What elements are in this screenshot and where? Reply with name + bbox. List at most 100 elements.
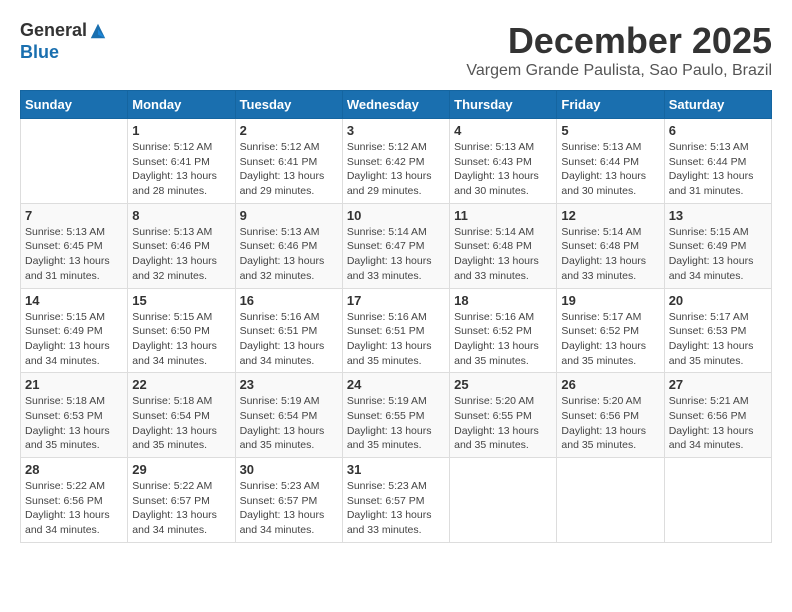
day-info: Sunrise: 5:12 AM Sunset: 6:42 PM Dayligh… xyxy=(347,140,445,199)
day-number: 5 xyxy=(561,123,659,138)
day-info: Sunrise: 5:13 AM Sunset: 6:44 PM Dayligh… xyxy=(669,140,767,199)
calendar-day-header: Saturday xyxy=(664,91,771,119)
day-info: Sunrise: 5:18 AM Sunset: 6:53 PM Dayligh… xyxy=(25,394,123,453)
calendar-week-row: 28 Sunrise: 5:22 AM Sunset: 6:56 PM Dayli… xyxy=(21,458,772,543)
calendar-day-header: Tuesday xyxy=(235,91,342,119)
calendar-cell: 24Sunrise: 5:19 AM Sunset: 6:55 PM Dayli… xyxy=(342,373,449,458)
calendar-day-header: Wednesday xyxy=(342,91,449,119)
day-number: 3 xyxy=(347,123,445,138)
day-number: 13 xyxy=(669,208,767,223)
day-number: 26 xyxy=(561,377,659,392)
day-info: Sunrise: 5:16 AM Sunset: 6:52 PM Dayligh… xyxy=(454,310,552,369)
day-number: 30 xyxy=(240,462,338,477)
day-number: 25 xyxy=(454,377,552,392)
calendar-cell: 5 Sunrise: 5:13 AM Sunset: 6:44 PM Daylig… xyxy=(557,119,664,204)
day-info: Sunrise: 5:13 AM Sunset: 6:43 PM Dayligh… xyxy=(454,140,552,199)
calendar-cell: 1 Sunrise: 5:12 AM Sunset: 6:41 PM Daylig… xyxy=(128,119,235,204)
day-number: 10 xyxy=(347,208,445,223)
calendar-cell: 25 Sunrise: 5:20 AM Sunset: 6:55 PM Dayli… xyxy=(450,373,557,458)
day-info: Sunrise: 5:14 AM Sunset: 6:48 PM Dayligh… xyxy=(561,225,659,284)
day-number: 12 xyxy=(561,208,659,223)
day-info: Sunrise: 5:12 AM Sunset: 6:41 PM Dayligh… xyxy=(240,140,338,199)
day-number: 29 xyxy=(132,462,230,477)
day-number: 17 xyxy=(347,293,445,308)
calendar-cell: 12 Sunrise: 5:14 AM Sunset: 6:48 PM Dayli… xyxy=(557,203,664,288)
calendar-day-header: Thursday xyxy=(450,91,557,119)
day-number: 8 xyxy=(132,208,230,223)
day-info: Sunrise: 5:15 AM Sunset: 6:50 PM Dayligh… xyxy=(132,310,230,369)
day-number: 14 xyxy=(25,293,123,308)
day-number: 24 xyxy=(347,377,445,392)
title-area: December 2025 Vargem Grande Paulista, Sa… xyxy=(466,20,772,80)
day-number: 21 xyxy=(25,377,123,392)
day-number: 28 xyxy=(25,462,123,477)
calendar-cell: 16 Sunrise: 5:16 AM Sunset: 6:51 PM Dayli… xyxy=(235,288,342,373)
calendar-cell: 18Sunrise: 5:16 AM Sunset: 6:52 PM Dayli… xyxy=(450,288,557,373)
day-number: 6 xyxy=(669,123,767,138)
calendar-cell: 17 Sunrise: 5:16 AM Sunset: 6:51 PM Dayli… xyxy=(342,288,449,373)
day-number: 9 xyxy=(240,208,338,223)
day-number: 19 xyxy=(561,293,659,308)
day-number: 31 xyxy=(347,462,445,477)
month-title: December 2025 xyxy=(466,20,772,62)
calendar-day-header: Friday xyxy=(557,91,664,119)
calendar-header-row: SundayMondayTuesdayWednesdayThursdayFrid… xyxy=(21,91,772,119)
day-number: 22 xyxy=(132,377,230,392)
calendar-cell: 10 Sunrise: 5:14 AM Sunset: 6:47 PM Dayli… xyxy=(342,203,449,288)
logo-blue: Blue xyxy=(20,42,59,62)
calendar-week-row: 14 Sunrise: 5:15 AM Sunset: 6:49 PM Dayli… xyxy=(21,288,772,373)
day-info: Sunrise: 5:19 AM Sunset: 6:54 PM Dayligh… xyxy=(240,394,338,453)
page-header: General Blue December 2025 Vargem Grande… xyxy=(20,20,772,80)
calendar-table: SundayMondayTuesdayWednesdayThursdayFrid… xyxy=(20,90,772,543)
calendar-cell xyxy=(21,119,128,204)
calendar-cell: 27Sunrise: 5:21 AM Sunset: 6:56 PM Dayli… xyxy=(664,373,771,458)
day-number: 15 xyxy=(132,293,230,308)
calendar-cell: 9Sunrise: 5:13 AM Sunset: 6:46 PM Daylig… xyxy=(235,203,342,288)
calendar-cell: 3 Sunrise: 5:12 AM Sunset: 6:42 PM Daylig… xyxy=(342,119,449,204)
day-info: Sunrise: 5:14 AM Sunset: 6:48 PM Dayligh… xyxy=(454,225,552,284)
day-info: Sunrise: 5:16 AM Sunset: 6:51 PM Dayligh… xyxy=(240,310,338,369)
day-number: 23 xyxy=(240,377,338,392)
day-number: 11 xyxy=(454,208,552,223)
calendar-week-row: 7 Sunrise: 5:13 AM Sunset: 6:45 PM Daylig… xyxy=(21,203,772,288)
day-info: Sunrise: 5:12 AM Sunset: 6:41 PM Dayligh… xyxy=(132,140,230,199)
day-number: 27 xyxy=(669,377,767,392)
calendar-cell: 20 Sunrise: 5:17 AM Sunset: 6:53 PM Dayli… xyxy=(664,288,771,373)
calendar-cell: 23 Sunrise: 5:19 AM Sunset: 6:54 PM Dayli… xyxy=(235,373,342,458)
calendar-cell: 2Sunrise: 5:12 AM Sunset: 6:41 PM Daylig… xyxy=(235,119,342,204)
day-info: Sunrise: 5:23 AM Sunset: 6:57 PM Dayligh… xyxy=(347,479,445,538)
day-info: Sunrise: 5:22 AM Sunset: 6:57 PM Dayligh… xyxy=(132,479,230,538)
day-number: 1 xyxy=(132,123,230,138)
calendar-cell: 13Sunrise: 5:15 AM Sunset: 6:49 PM Dayli… xyxy=(664,203,771,288)
day-info: Sunrise: 5:13 AM Sunset: 6:44 PM Dayligh… xyxy=(561,140,659,199)
location-title: Vargem Grande Paulista, Sao Paulo, Brazi… xyxy=(466,62,772,80)
logo-icon xyxy=(89,22,107,40)
calendar-cell: 29 Sunrise: 5:22 AM Sunset: 6:57 PM Dayli… xyxy=(128,458,235,543)
day-info: Sunrise: 5:13 AM Sunset: 6:46 PM Dayligh… xyxy=(132,225,230,284)
day-info: Sunrise: 5:13 AM Sunset: 6:45 PM Dayligh… xyxy=(25,225,123,284)
day-info: Sunrise: 5:16 AM Sunset: 6:51 PM Dayligh… xyxy=(347,310,445,369)
calendar-cell: 15 Sunrise: 5:15 AM Sunset: 6:50 PM Dayli… xyxy=(128,288,235,373)
calendar-day-header: Sunday xyxy=(21,91,128,119)
day-number: 20 xyxy=(669,293,767,308)
day-info: Sunrise: 5:15 AM Sunset: 6:49 PM Dayligh… xyxy=(25,310,123,369)
calendar-cell: 7 Sunrise: 5:13 AM Sunset: 6:45 PM Daylig… xyxy=(21,203,128,288)
calendar-cell: 14 Sunrise: 5:15 AM Sunset: 6:49 PM Dayli… xyxy=(21,288,128,373)
day-info: Sunrise: 5:17 AM Sunset: 6:53 PM Dayligh… xyxy=(669,310,767,369)
day-info: Sunrise: 5:22 AM Sunset: 6:56 PM Dayligh… xyxy=(25,479,123,538)
calendar-week-row: 1 Sunrise: 5:12 AM Sunset: 6:41 PM Daylig… xyxy=(21,119,772,204)
day-number: 4 xyxy=(454,123,552,138)
day-number: 16 xyxy=(240,293,338,308)
day-info: Sunrise: 5:17 AM Sunset: 6:52 PM Dayligh… xyxy=(561,310,659,369)
day-number: 7 xyxy=(25,208,123,223)
calendar-cell xyxy=(557,458,664,543)
calendar-cell: 30Sunrise: 5:23 AM Sunset: 6:57 PM Dayli… xyxy=(235,458,342,543)
day-info: Sunrise: 5:14 AM Sunset: 6:47 PM Dayligh… xyxy=(347,225,445,284)
day-info: Sunrise: 5:20 AM Sunset: 6:55 PM Dayligh… xyxy=(454,394,552,453)
calendar-cell: 11 Sunrise: 5:14 AM Sunset: 6:48 PM Dayli… xyxy=(450,203,557,288)
calendar-cell: 6 Sunrise: 5:13 AM Sunset: 6:44 PM Daylig… xyxy=(664,119,771,204)
calendar-cell: 22Sunrise: 5:18 AM Sunset: 6:54 PM Dayli… xyxy=(128,373,235,458)
day-info: Sunrise: 5:20 AM Sunset: 6:56 PM Dayligh… xyxy=(561,394,659,453)
calendar-cell: 26 Sunrise: 5:20 AM Sunset: 6:56 PM Dayli… xyxy=(557,373,664,458)
calendar-cell: 28 Sunrise: 5:22 AM Sunset: 6:56 PM Dayli… xyxy=(21,458,128,543)
